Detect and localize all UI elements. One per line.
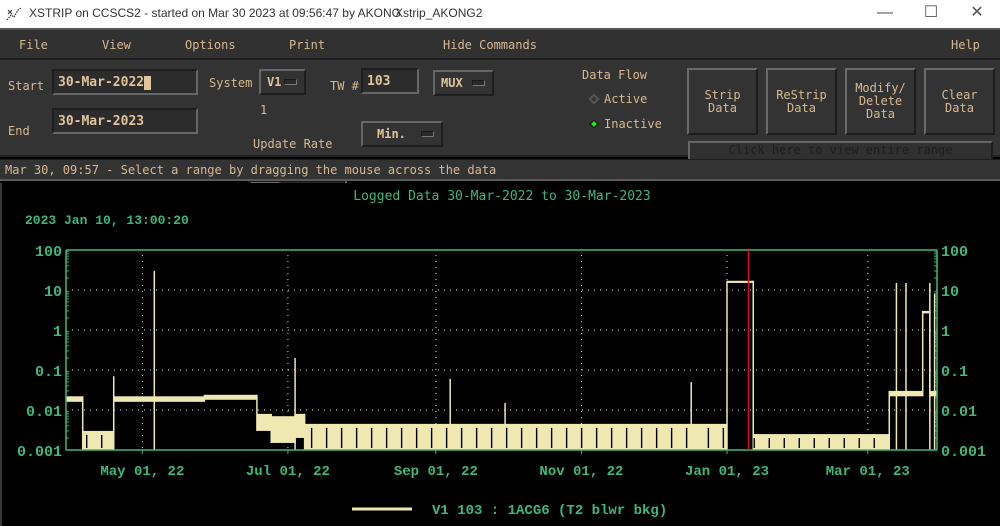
- chart-svg[interactable]: 100 100 10 10 1 1 0.1 0.1 0.01 0.01 0.001 0.001 May …: [2, 183, 1000, 526]
- legend-label: V1 103 : 1ACG6 (T2 blwr bkg): [432, 503, 667, 519]
- start-date-value: 30-Mar-2022: [58, 75, 145, 90]
- option-menu-indicator-icon: [421, 131, 434, 137]
- data-band: [271, 416, 296, 443]
- x-tick-label: Mar 01, 23: [826, 464, 910, 480]
- view-entire-range-button[interactable]: Click here to view entire range: [688, 141, 993, 161]
- close-button[interactable]: ✕: [962, 2, 992, 24]
- y-tick-label-left: 1: [53, 324, 62, 341]
- menu-options[interactable]: Options: [185, 38, 236, 52]
- y-tick-label-left: 0.1: [35, 364, 62, 381]
- radio-diamond-icon: [588, 93, 600, 105]
- y-tick-label-right: 0.01: [941, 404, 977, 421]
- inactive-label: Inactive: [604, 117, 662, 131]
- clear-data-button[interactable]: Clear Data: [924, 68, 995, 135]
- end-date-input[interactable]: 30-Mar-2023: [52, 108, 198, 134]
- status-text: Mar 30, 09:57 - Select a range by draggi…: [5, 163, 497, 177]
- option-menu-indicator-icon: [472, 80, 485, 86]
- mux-select[interactable]: MUX: [433, 70, 494, 96]
- update-rate-value: 1: [260, 103, 268, 117]
- menu-file[interactable]: File: [19, 38, 48, 52]
- command-panel: Start 30-Mar-2022 End 30-Mar-2023 System…: [0, 60, 1000, 194]
- start-date-input[interactable]: 30-Mar-2022: [52, 69, 198, 95]
- data-flow-active-radio[interactable]: Active: [588, 92, 668, 108]
- start-label: Start: [8, 79, 45, 93]
- y-tick-label-right: 0.001: [941, 444, 986, 461]
- data-band: [727, 280, 754, 283]
- data-band: [256, 413, 272, 431]
- option-menu-indicator-icon: [284, 79, 297, 85]
- plot-area[interactable]: Logged Data 30-Mar-2022 to 30-Mar-2023 2…: [0, 183, 1000, 526]
- end-label: End: [8, 124, 30, 138]
- active-label: Active: [604, 92, 648, 106]
- xstrip-app-icon: [6, 7, 22, 21]
- window-titlebar: XSTRIP on CCSCS2 - started on Mar 30 202…: [0, 0, 1000, 28]
- y-tick-label-left: 0.01: [26, 404, 62, 421]
- y-tick-label-right: 1: [941, 324, 950, 341]
- data-band: [753, 434, 890, 450]
- y-tick-label-left: 10: [44, 284, 62, 301]
- x-tick-label: Jul 01, 22: [246, 464, 330, 480]
- maximize-button[interactable]: ☐: [916, 2, 946, 24]
- update-rate-label: Update Rate: [253, 137, 333, 151]
- radio-diamond-selected-icon: [588, 118, 600, 130]
- menu-hide-commands[interactable]: Hide Commands: [443, 38, 537, 52]
- status-bar: Mar 30, 09:57 - Select a range by draggi…: [0, 159, 1000, 181]
- x-tick-label: Jan 01, 23: [685, 464, 769, 480]
- x-tick-label: Sep 01, 22: [394, 464, 478, 480]
- data-band: [204, 394, 257, 400]
- x-tick-label: Nov 01, 22: [539, 464, 623, 480]
- data-band: [929, 390, 937, 397]
- modify-delete-data-button[interactable]: Modify/ Delete Data: [845, 68, 916, 135]
- y-tick-label-right: 100: [941, 244, 968, 261]
- data-flow-label: Data Flow: [582, 68, 648, 82]
- tw-number-value: 103: [367, 74, 391, 89]
- data-band: [113, 396, 205, 402]
- y-tick-label-left: 0.001: [17, 444, 62, 461]
- mux-value: MUX: [441, 76, 463, 90]
- menu-help[interactable]: Help: [951, 38, 980, 52]
- menu-view[interactable]: View: [102, 38, 131, 52]
- window-title: XSTRIP on CCSCS2 - started on Mar 30 202…: [29, 6, 401, 20]
- text-cursor: [144, 75, 152, 90]
- data-band: [295, 413, 305, 438]
- tw-label: TW #: [330, 79, 359, 93]
- system-label: System: [209, 76, 253, 90]
- units-value: Min.: [377, 127, 406, 141]
- restrip-data-button[interactable]: ReStrip Data: [766, 68, 837, 135]
- tw-number-input[interactable]: 103: [361, 68, 419, 94]
- system-select[interactable]: V1: [259, 69, 306, 95]
- y-tick-label-right: 10: [941, 284, 959, 301]
- menu-print[interactable]: Print: [289, 38, 325, 52]
- strip-data-button[interactable]: Strip Data: [687, 68, 758, 135]
- data-band: [304, 423, 699, 450]
- y-tick-label-left: 100: [35, 244, 62, 261]
- y-tick-label-right: 0.1: [941, 364, 968, 381]
- units-select[interactable]: Min.: [361, 121, 443, 147]
- menu-bar: File View Options Print Hide Commands He…: [0, 28, 1000, 60]
- data-flow-inactive-radio[interactable]: Inactive: [588, 117, 668, 133]
- data-band: [66, 396, 83, 402]
- x-tick-label: May 01, 22: [100, 464, 184, 480]
- end-date-value: 30-Mar-2023: [58, 114, 145, 129]
- system-value: V1: [267, 75, 282, 89]
- minimize-button[interactable]: —: [870, 2, 900, 24]
- data-band: [922, 310, 930, 314]
- window-subtitle: Xstrip_AKONG2: [395, 6, 483, 20]
